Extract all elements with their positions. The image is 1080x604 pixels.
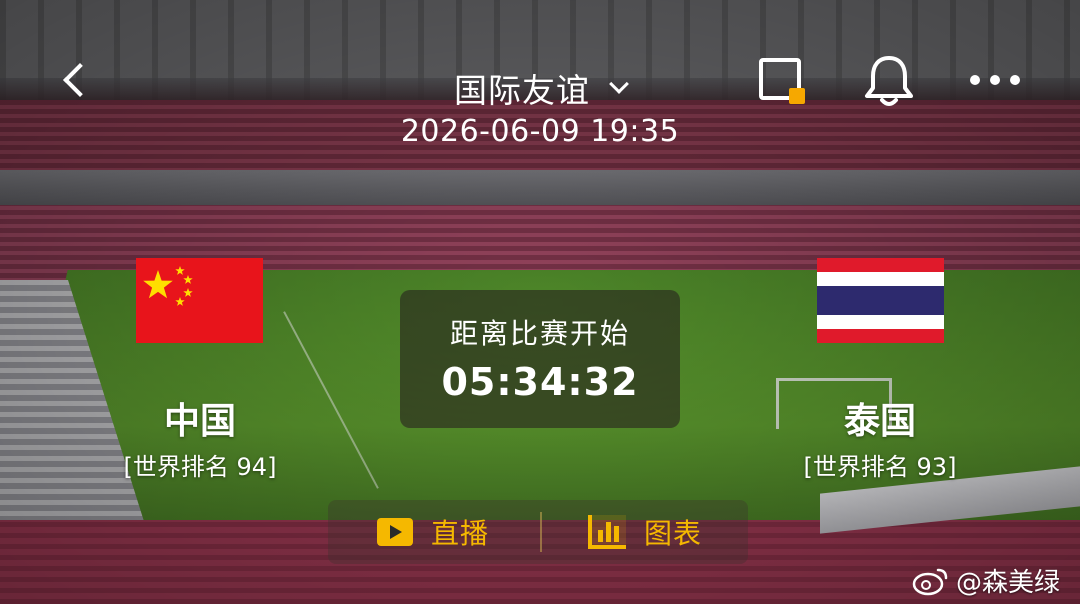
countdown-timer: 05:34:32	[441, 360, 639, 404]
home-team-rank: [世界排名 94]	[123, 453, 277, 481]
action-divider	[540, 512, 542, 552]
more-dots-icon	[970, 75, 1020, 85]
weibo-icon	[912, 568, 948, 595]
bar-chart-icon	[588, 515, 626, 549]
countdown-label: 距离比赛开始	[449, 317, 630, 350]
weibo-watermark: @森美绿	[912, 562, 1060, 599]
countdown-panel: 距离比赛开始 05:34:32	[400, 290, 680, 428]
play-icon	[377, 518, 413, 546]
thailand-flag	[817, 258, 944, 343]
more-button[interactable]	[965, 62, 1025, 98]
match-screen: 国际友谊 2026-06-09 19:35 中国 [世界排名 94] 距离比赛开…	[0, 0, 1080, 604]
title-dropdown[interactable]: 国际友谊	[0, 64, 1080, 112]
notify-button[interactable]	[862, 52, 916, 108]
away-team-rank: [世界排名 93]	[803, 453, 957, 481]
pip-button[interactable]	[757, 56, 809, 106]
live-label: 直播	[431, 517, 490, 550]
away-team-name: 泰国	[843, 401, 916, 442]
live-button[interactable]: 直播	[377, 512, 489, 552]
chart-label: 图表	[644, 517, 703, 550]
home-team-name: 中国	[163, 401, 236, 442]
watermark-text: @森美绿	[956, 568, 1061, 598]
page-title: 国际友谊	[454, 71, 590, 110]
bell-icon	[865, 56, 913, 106]
china-flag	[136, 258, 263, 343]
match-datetime: 2026-06-09 19:35	[400, 114, 680, 149]
chart-button[interactable]: 图表	[588, 512, 702, 552]
chevron-down-icon	[609, 74, 629, 94]
